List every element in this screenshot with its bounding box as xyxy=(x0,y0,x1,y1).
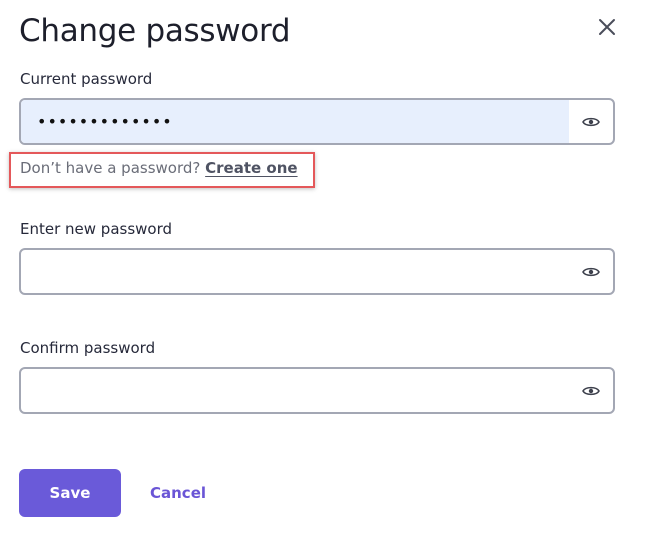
no-password-helper: Don’t have a password? Create one xyxy=(20,158,298,178)
eye-icon xyxy=(582,267,600,276)
current-password-label: Current password xyxy=(20,70,153,88)
current-password-field-wrapper xyxy=(19,98,615,145)
helper-text: Don’t have a password? xyxy=(20,159,201,177)
create-password-link[interactable]: Create one xyxy=(205,159,297,177)
confirm-password-field-wrapper xyxy=(19,367,615,414)
current-password-input[interactable] xyxy=(21,100,569,143)
confirm-password-label: Confirm password xyxy=(20,339,156,357)
dialog-title: Change password xyxy=(19,13,291,49)
new-password-field-wrapper xyxy=(19,248,615,295)
change-password-dialog: Change password Current password Don’t h… xyxy=(0,0,645,545)
new-password-visibility-toggle[interactable] xyxy=(579,260,603,284)
close-button[interactable] xyxy=(594,14,620,40)
eye-icon xyxy=(582,117,600,126)
current-password-visibility-toggle[interactable] xyxy=(579,110,603,134)
new-password-label: Enter new password xyxy=(20,220,173,238)
new-password-input[interactable] xyxy=(21,250,569,293)
eye-icon xyxy=(582,386,600,395)
confirm-password-input[interactable] xyxy=(21,369,569,412)
close-icon xyxy=(599,19,615,35)
save-button[interactable]: Save xyxy=(19,469,121,517)
confirm-password-visibility-toggle[interactable] xyxy=(579,379,603,403)
cancel-button[interactable]: Cancel xyxy=(140,469,216,517)
